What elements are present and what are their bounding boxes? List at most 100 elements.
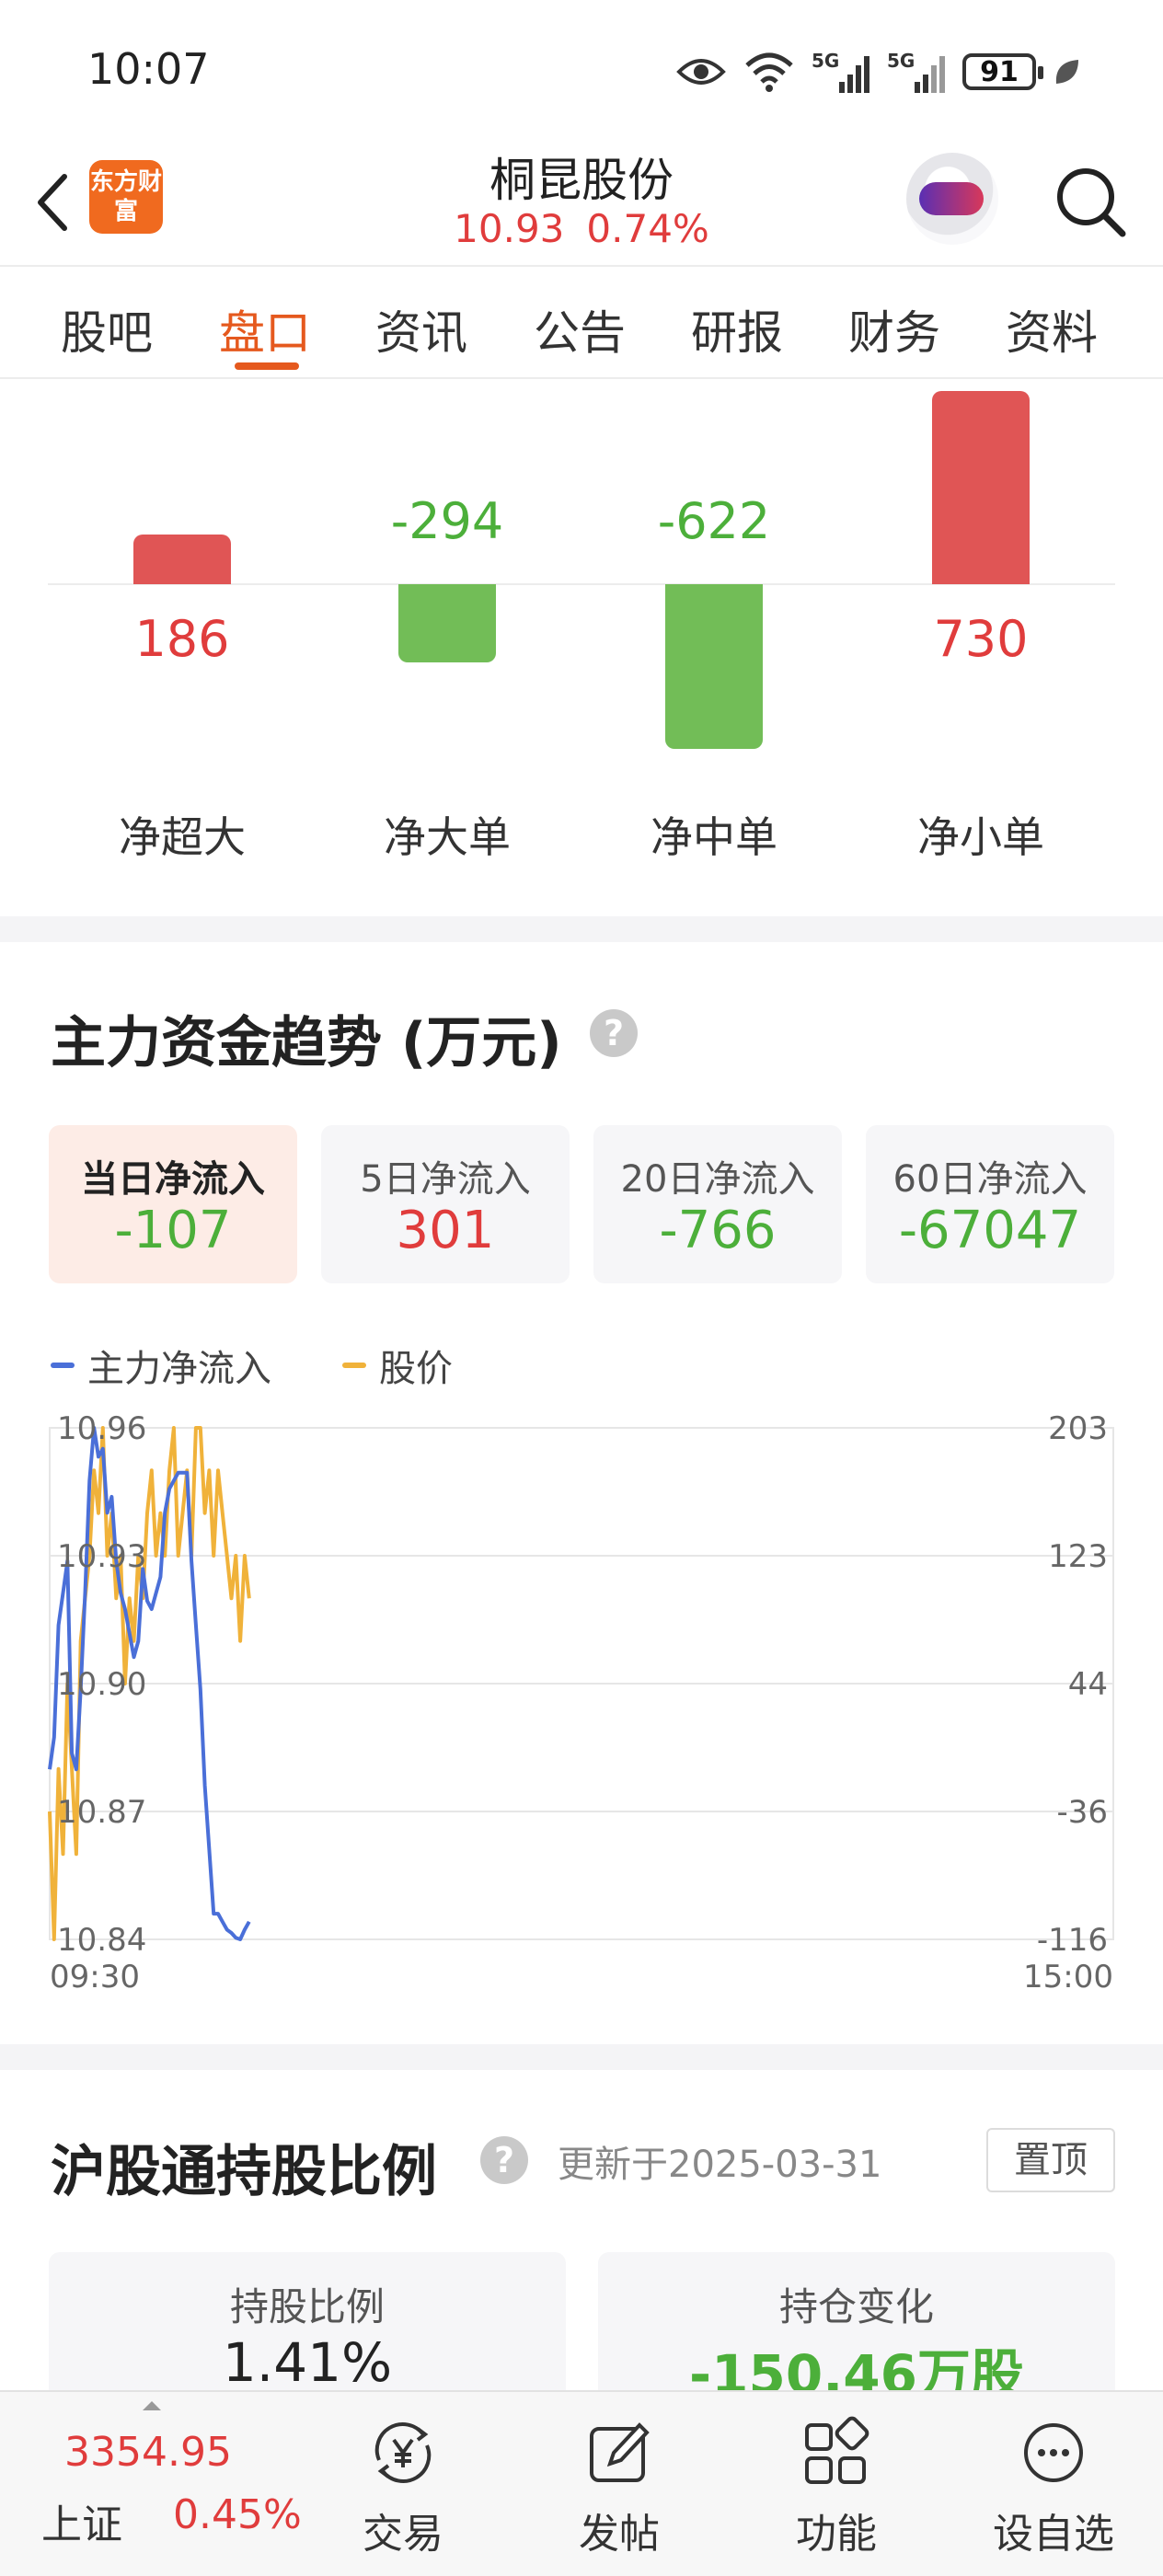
robot-visor: [919, 182, 984, 215]
battery-icon: 91: [962, 53, 1043, 90]
stock-price: 10.93: [454, 206, 565, 251]
left-axis-tick: 10.87: [57, 1794, 146, 1831]
tab-pankou[interactable]: 盘口: [219, 296, 311, 362]
tab-news[interactable]: 资讯: [375, 296, 467, 362]
card-60day-inflow[interactable]: 60日净流入 -67047: [866, 1125, 1114, 1283]
card-label: 持仓变化: [778, 2284, 934, 2329]
hk-connect-title: 沪股通持股比例: [51, 2140, 437, 2204]
right-axis-tick: 123: [1048, 1538, 1108, 1575]
card-value: 1.41%: [222, 2331, 393, 2394]
trend-chart: 10.96 203 10.93 123 10.90 44 10.87 -36 10.84 -116…: [0, 1408, 1163, 2015]
expand-caret-icon[interactable]: [143, 2401, 161, 2410]
card-value: -67047: [898, 1201, 1082, 1260]
index-change[interactable]: 0.45%: [173, 2491, 302, 2538]
card-label: 持股比例: [229, 2284, 385, 2329]
card-20day-inflow[interactable]: 20日净流入 -766: [593, 1125, 842, 1283]
tab-research[interactable]: 研报: [691, 296, 783, 362]
legend-swatch: [342, 1363, 366, 1368]
bar-label-large: 净大单: [384, 812, 511, 862]
card-5day-inflow[interactable]: 5日净流入 301: [321, 1125, 570, 1283]
bar-label-medium: 净中单: [651, 812, 777, 862]
svg-text:5G: 5G: [887, 50, 915, 72]
tab-bar: 股吧 盘口 资讯 公告 研报 财务 资料: [0, 269, 1163, 379]
nav-add-watchlist[interactable]: 设自选: [985, 2403, 1123, 2569]
status-bar: 10:07 5G 5G 91: [0, 0, 1163, 138]
left-axis-tick: 10.96: [57, 1410, 146, 1447]
legend-price: 股价: [342, 1339, 453, 1392]
legend-label: 股价: [379, 1348, 453, 1390]
net-flow-bars: 186 -294 -622 730 净超大 净大单 净中单 净小单: [0, 381, 1163, 914]
bar-value-large: -294: [390, 492, 504, 550]
right-axis-tick: 203: [1048, 1410, 1108, 1447]
section-divider: [0, 2044, 1163, 2070]
help-icon[interactable]: ?: [480, 2136, 528, 2184]
stock-change-pct: 0.74%: [586, 206, 709, 251]
bar-large: [398, 584, 496, 662]
nav-functions[interactable]: 功能: [767, 2403, 905, 2569]
bar-super-large: [133, 535, 231, 584]
ai-assistant-avatar[interactable]: [906, 153, 998, 245]
bar-label-super-large: 净超大: [119, 812, 246, 862]
right-axis-tick: -36: [1056, 1794, 1108, 1831]
bar-value-super-large: 186: [134, 610, 230, 668]
grid-icon: [805, 2416, 869, 2484]
card-label: 5日净流入: [360, 1158, 531, 1201]
tab-announcements[interactable]: 公告: [534, 296, 626, 362]
left-axis-tick: 10.93: [57, 1538, 146, 1575]
nav-label: 设自选: [993, 2511, 1114, 2558]
card-today-inflow[interactable]: 当日净流入 -107: [49, 1125, 297, 1283]
tab-guba[interactable]: 股吧: [61, 296, 153, 362]
legend-main-inflow: 主力净流入: [51, 1339, 271, 1392]
nav-trade[interactable]: 交易: [334, 2403, 472, 2569]
section-divider: [0, 916, 1163, 942]
bar-label-small: 净小单: [917, 812, 1044, 862]
more-icon: [1024, 2423, 1083, 2482]
card-value: 301: [396, 1201, 495, 1260]
card-label: 当日净流入: [81, 1158, 265, 1201]
bar-medium: [665, 584, 763, 749]
index-value[interactable]: 3354.95: [64, 2429, 232, 2476]
stock-header: 东方财富 桐昆股份 10.93 0.74%: [0, 138, 1163, 267]
nav-label: 交易: [363, 2511, 443, 2558]
nav-post[interactable]: 发帖: [550, 2403, 688, 2569]
bar-value-medium: -622: [657, 492, 771, 550]
bottom-nav: 3354.95 上证 0.45% 交易 发帖 功能 设自选: [0, 2390, 1163, 2576]
signal-5g-icon: 5G: [812, 50, 869, 93]
right-axis-tick: 44: [1068, 1666, 1108, 1703]
status-time: 10:07: [87, 44, 210, 94]
search-icon[interactable]: [1049, 160, 1132, 243]
left-axis-tick: 10.90: [57, 1666, 146, 1703]
bar-small: [932, 391, 1030, 584]
right-axis-tick: -116: [1037, 1922, 1108, 1959]
tab-profile[interactable]: 资料: [1006, 296, 1098, 362]
nav-label: 发帖: [579, 2511, 660, 2558]
card-label: 60日净流入: [892, 1158, 1088, 1201]
card-value: -107: [114, 1201, 232, 1260]
card-label: 20日净流入: [620, 1158, 815, 1201]
x-axis-start-tick: 09:30: [50, 1959, 140, 1995]
pin-top-button[interactable]: 置顶: [986, 2128, 1115, 2192]
status-icons: 5G 5G 91: [675, 44, 1080, 99]
battery-level: 91: [980, 55, 1019, 88]
trend-title: 主力资金趋势 (万元): [51, 1011, 562, 1075]
wifi-icon: [745, 52, 793, 92]
leaf-icon: [1055, 60, 1078, 84]
edit-icon: [590, 2422, 650, 2482]
eye-icon: [676, 59, 726, 85]
bar-value-small: 730: [933, 610, 1029, 668]
tab-finance[interactable]: 财务: [848, 296, 940, 362]
nav-label: 功能: [796, 2511, 877, 2558]
trend-chart-svg: 10.96 203 10.93 123 10.90 44 10.87 -36 10.84 -116…: [48, 1410, 1114, 1995]
card-value: -766: [659, 1201, 777, 1260]
index-name[interactable]: 上证: [41, 2491, 122, 2550]
x-axis-end-tick: 15:00: [1023, 1959, 1113, 1995]
svg-text:5G: 5G: [812, 50, 839, 72]
active-tab-indicator: [235, 362, 299, 370]
update-date: 更新于2025-03-31: [558, 2144, 882, 2186]
legend-label: 主力净流入: [87, 1348, 271, 1390]
yen-exchange-icon: [374, 2421, 432, 2484]
legend-swatch: [51, 1363, 75, 1368]
help-icon[interactable]: ?: [590, 1009, 638, 1057]
signal-5g-icon: 5G: [887, 50, 945, 93]
left-axis-tick: 10.84: [57, 1922, 146, 1959]
